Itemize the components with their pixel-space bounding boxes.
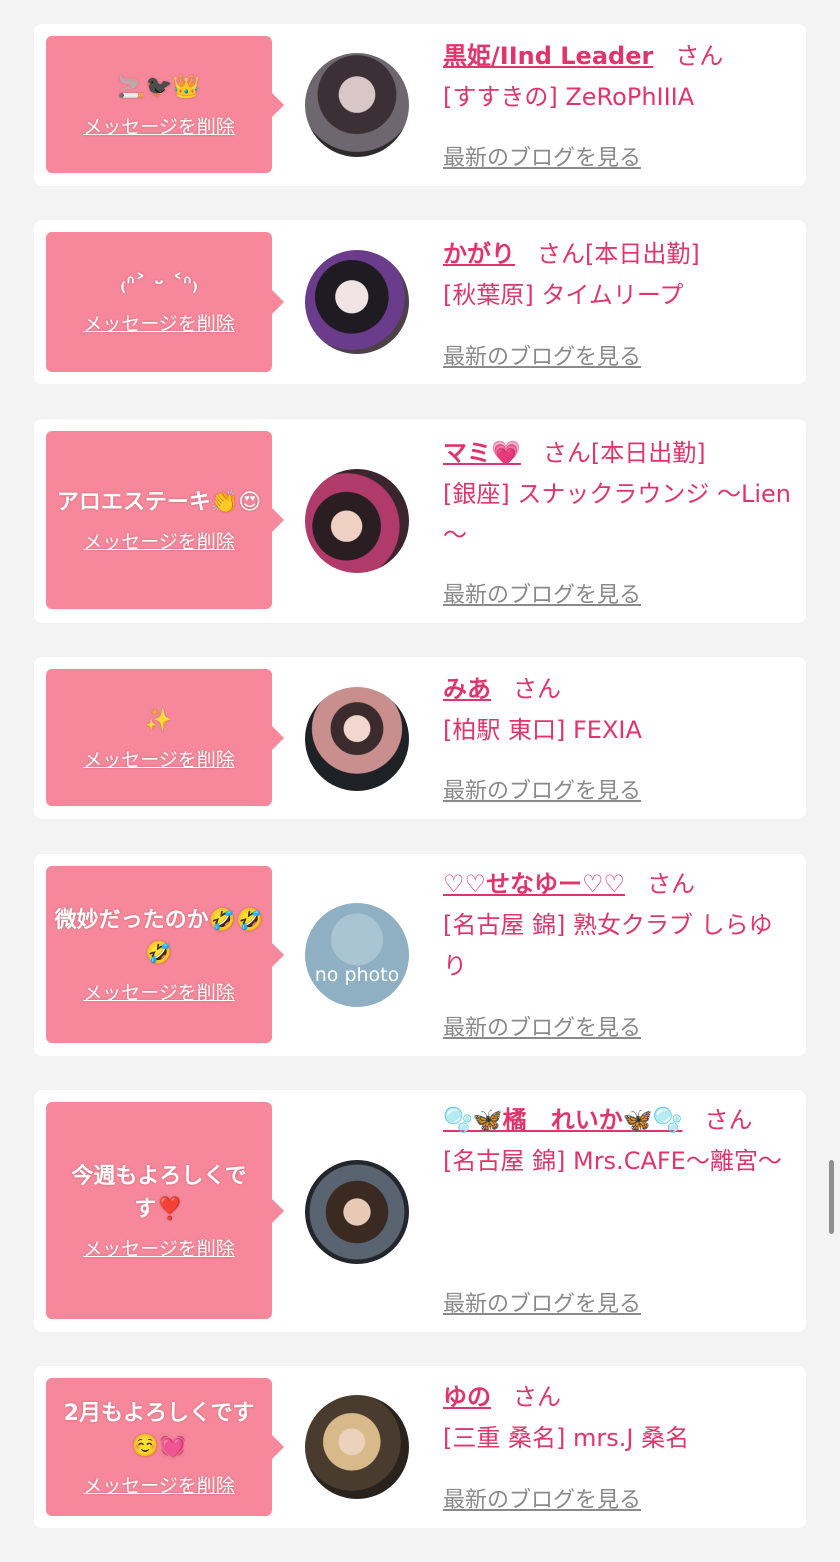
message-text: アロエステーキ👏😍 bbox=[56, 490, 262, 515]
cast-name-link[interactable]: 🫧🦋橘 れいか🦋🫧 bbox=[443, 1106, 683, 1134]
honorific: さん bbox=[675, 42, 724, 70]
message-card: アロエステーキ👏😍 メッセージを削除 マミ💗 さん[本日出勤] [銀座] スナック… bbox=[34, 419, 806, 623]
latest-blog-link[interactable]: 最新のブログを見る bbox=[443, 1286, 641, 1318]
message-text: 微妙だったのか🤣🤣🤣 bbox=[54, 908, 264, 966]
delete-message-link[interactable]: メッセージを削除 bbox=[83, 978, 235, 1005]
message-bubble: 今週もよろしくです❣️ メッセージを削除 bbox=[46, 1102, 284, 1319]
avatar[interactable] bbox=[305, 1160, 409, 1264]
work-badge: [本日出勤] bbox=[585, 240, 700, 268]
message-bubble: 微妙だったのか🤣🤣🤣 メッセージを削除 bbox=[46, 866, 284, 1043]
shop-name: [三重 桑名] mrs.J 桑名 bbox=[443, 1424, 690, 1452]
avatar-no-photo[interactable]: no photo bbox=[305, 903, 409, 1007]
shop-name: [名古屋 錦] 熟女クラブ しらゆり bbox=[443, 911, 773, 980]
avatar[interactable] bbox=[305, 1395, 409, 1499]
message-bubble: 🚬🐦‍⬛👑 メッセージを削除 bbox=[46, 36, 284, 173]
cast-info: かがり さん[本日出勤] [秋葉原] タイムリープ bbox=[443, 234, 793, 316]
scrollbar-thumb[interactable] bbox=[829, 1160, 834, 1234]
avatar[interactable] bbox=[305, 250, 409, 354]
honorific: さん bbox=[513, 1383, 561, 1411]
avatar[interactable] bbox=[305, 53, 409, 157]
shop-name: [柏駅 東口] FEXIA bbox=[443, 716, 642, 744]
delete-message-link[interactable]: メッセージを削除 bbox=[83, 1471, 235, 1498]
delete-message-link[interactable]: メッセージを削除 bbox=[83, 745, 235, 772]
message-bubble: ✨ メッセージを削除 bbox=[46, 669, 284, 806]
message-card: 🚬🐦‍⬛👑 メッセージを削除 黒姫/IInd Leader さん [すすきの] Z… bbox=[34, 24, 806, 186]
cast-info: ♡♡せなゆー♡♡ さん [名古屋 錦] 熟女クラブ しらゆり bbox=[443, 864, 793, 987]
delete-message-link[interactable]: メッセージを削除 bbox=[83, 1234, 235, 1261]
honorific: さん bbox=[704, 1106, 753, 1134]
message-card: 2月もよろしくです☺️💓 メッセージを削除 ゆの さん [三重 桑名] mrs.J… bbox=[34, 1366, 806, 1528]
message-card: ₍ᐢ˃ ᵕ ˂ᐢ₎ メッセージを削除 かがり さん[本日出勤] [秋葉原] タイム… bbox=[34, 220, 806, 384]
message-card: ✨ メッセージを削除 みあ さん [柏駅 東口] FEXIA 最新のブログを見る bbox=[34, 657, 806, 819]
cast-info: 黒姫/IInd Leader さん [すすきの] ZeRoPhIIIA bbox=[443, 36, 793, 118]
message-text: ₍ᐢ˃ ᵕ ˂ᐢ₎ bbox=[119, 272, 199, 297]
cast-name-link[interactable]: みあ bbox=[443, 675, 491, 703]
honorific: さん bbox=[537, 240, 585, 268]
message-text: 今週もよろしくです❣️ bbox=[71, 1164, 247, 1222]
delete-message-link[interactable]: メッセージを削除 bbox=[83, 527, 235, 554]
latest-blog-link[interactable]: 最新のブログを見る bbox=[443, 1482, 641, 1514]
latest-blog-link[interactable]: 最新のブログを見る bbox=[443, 339, 641, 371]
cast-info: みあ さん [柏駅 東口] FEXIA bbox=[443, 669, 793, 751]
message-text: 🚬🐦‍⬛👑 bbox=[117, 74, 201, 100]
latest-blog-link[interactable]: 最新のブログを見る bbox=[443, 1010, 641, 1042]
message-text: 2月もよろしくです☺️💓 bbox=[63, 1400, 255, 1459]
message-card: 今週もよろしくです❣️ メッセージを削除 🫧🦋橘 れいか🦋🫧 さん [名古屋 錦]… bbox=[34, 1090, 806, 1332]
avatar[interactable] bbox=[305, 687, 409, 791]
message-bubble: アロエステーキ👏😍 メッセージを削除 bbox=[46, 431, 284, 609]
cast-name-link[interactable]: かがり bbox=[443, 240, 515, 268]
work-badge: [本日出勤] bbox=[590, 439, 706, 467]
latest-blog-link[interactable]: 最新のブログを見る bbox=[443, 577, 641, 609]
cast-name-link[interactable]: マミ💗 bbox=[443, 439, 521, 467]
shop-name: [銀座] スナックラウンジ ～Lien～ bbox=[443, 480, 791, 549]
message-bubble: ₍ᐢ˃ ᵕ ˂ᐢ₎ メッセージを削除 bbox=[46, 232, 284, 372]
shop-name: [秋葉原] タイムリープ bbox=[443, 281, 684, 309]
latest-blog-link[interactable]: 最新のブログを見る bbox=[443, 140, 641, 172]
message-card: 微妙だったのか🤣🤣🤣 メッセージを削除 no photo ♡♡せなゆー♡♡ さん … bbox=[34, 854, 806, 1056]
cast-name-link[interactable]: 黒姫/IInd Leader bbox=[443, 42, 653, 70]
shop-name: [名古屋 錦] Mrs.CAFE～離宮～ bbox=[443, 1147, 782, 1175]
honorific: さん bbox=[513, 675, 561, 703]
shop-name: [すすきの] ZeRoPhIIIA bbox=[443, 83, 695, 111]
delete-message-link[interactable]: メッセージを削除 bbox=[83, 309, 235, 336]
cast-name-link[interactable]: ゆの bbox=[443, 1383, 491, 1411]
honorific: さん bbox=[647, 870, 696, 898]
message-text: ✨ bbox=[145, 707, 173, 733]
message-bubble: 2月もよろしくです☺️💓 メッセージを削除 bbox=[46, 1378, 284, 1516]
cast-info: マミ💗 さん[本日出勤] [銀座] スナックラウンジ ～Lien～ bbox=[443, 433, 793, 556]
cast-name-link[interactable]: ♡♡せなゆー♡♡ bbox=[443, 870, 625, 898]
cast-info: ゆの さん [三重 桑名] mrs.J 桑名 bbox=[443, 1377, 793, 1459]
honorific: さん bbox=[542, 439, 591, 467]
delete-message-link[interactable]: メッセージを削除 bbox=[83, 112, 235, 139]
no-photo-text: no photo bbox=[314, 964, 400, 986]
avatar[interactable] bbox=[305, 469, 409, 573]
cast-info: 🫧🦋橘 れいか🦋🫧 さん [名古屋 錦] Mrs.CAFE～離宮～ bbox=[443, 1100, 793, 1182]
latest-blog-link[interactable]: 最新のブログを見る bbox=[443, 773, 641, 805]
